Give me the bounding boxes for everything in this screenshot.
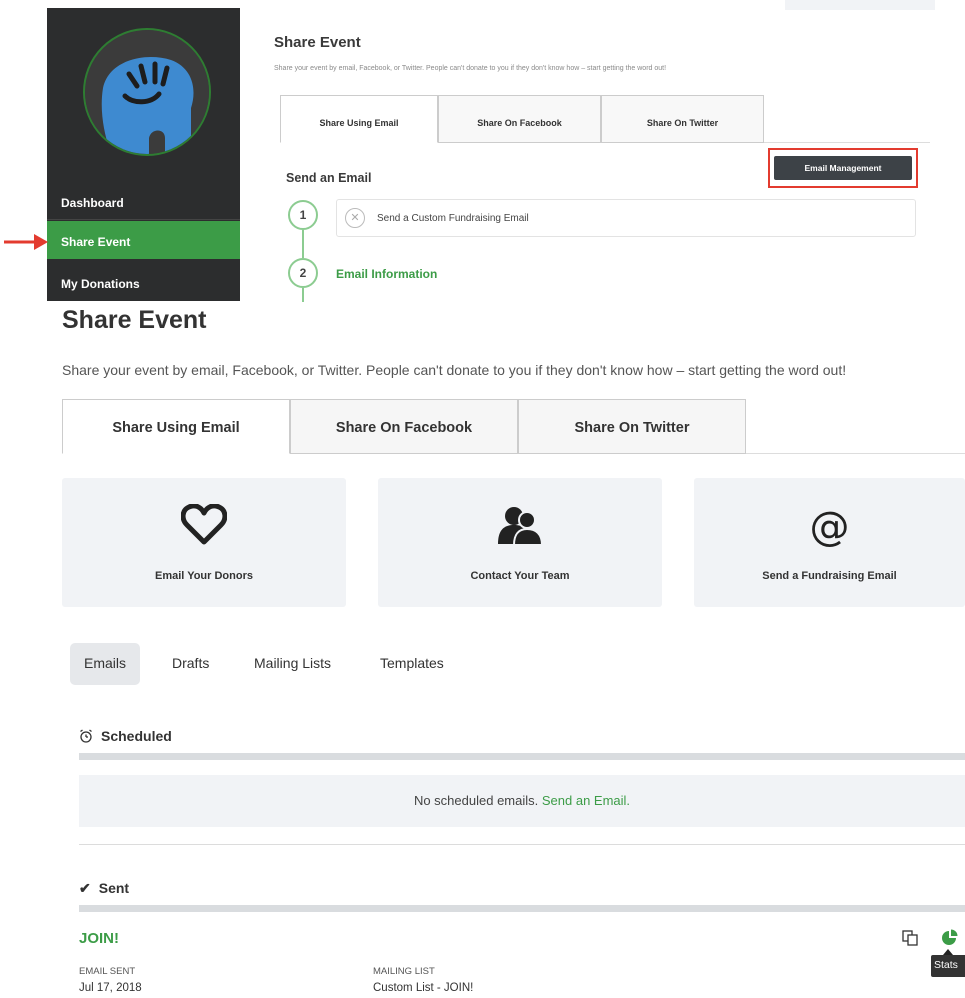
inset-nav-my-donations[interactable]: My Donations — [47, 263, 240, 301]
card-fundraising-email[interactable]: @ Send a Fundraising Email — [694, 478, 965, 607]
sent-heading: ✔ Sent — [79, 880, 129, 897]
page-title: Share Event — [62, 306, 207, 334]
page-subtitle: Share your event by email, Facebook, or … — [62, 362, 847, 378]
sent-label: Sent — [98, 880, 130, 896]
inset-send-heading: Send an Email — [286, 171, 372, 185]
mailing-list-value: Custom List - JOIN! — [373, 982, 474, 994]
highlight-box: Email Management — [768, 148, 918, 188]
send-email-link[interactable]: Send an Email. — [542, 793, 630, 808]
hand-logo-icon — [85, 30, 209, 154]
inset-tab-email[interactable]: Share Using Email — [280, 95, 438, 143]
pie-chart-icon[interactable] — [941, 929, 958, 946]
email-sent-value: Jul 17, 2018 — [79, 982, 142, 994]
step-1-label: Send a Custom Fundraising Email — [377, 213, 529, 224]
tab-share-facebook[interactable]: Share On Facebook — [290, 399, 518, 454]
inset-tab-twitter[interactable]: Share On Twitter — [601, 95, 764, 143]
card-label: Email Your Donors — [154, 570, 253, 582]
stats-tooltip: Stats — [931, 955, 965, 977]
subtab-drafts[interactable]: Drafts — [172, 643, 209, 685]
copy-icon[interactable] — [902, 930, 918, 946]
share-tabs: Share Using Email Share On Facebook Shar… — [62, 399, 965, 454]
inset-nav-share-event[interactable]: Share Event — [47, 221, 240, 259]
close-icon[interactable]: ✕ — [345, 208, 365, 228]
inset-main: Share Event Share your event by email, F… — [258, 8, 938, 303]
step-connector — [302, 230, 304, 258]
subtab-templates[interactable]: Templates — [380, 643, 444, 685]
scheduled-heading: Scheduled — [79, 728, 172, 744]
team-icon — [378, 504, 662, 550]
email-sent-label: EMAIL SENT — [79, 966, 136, 977]
scheduled-label: Scheduled — [101, 728, 172, 744]
alarm-clock-icon — [80, 729, 92, 743]
step-connector — [302, 288, 304, 302]
step-2-badge: 2 — [288, 258, 318, 288]
card-label: Send a Fundraising Email — [762, 570, 897, 582]
scheduled-bar — [79, 753, 965, 760]
step-1-box[interactable]: ✕ Send a Custom Fundraising Email — [336, 199, 916, 237]
card-contact-team[interactable]: Contact Your Team — [378, 478, 662, 607]
divider — [79, 844, 965, 845]
inset-tab-facebook[interactable]: Share On Facebook — [438, 95, 601, 143]
no-scheduled-message: No scheduled emails. Send an Email. — [79, 775, 965, 827]
tab-share-twitter[interactable]: Share On Twitter — [518, 399, 746, 454]
inset-nav-dashboard[interactable]: Dashboard — [47, 182, 240, 220]
card-label: Contact Your Team — [470, 570, 570, 582]
step-1-badge: 1 — [288, 200, 318, 230]
at-icon: @ — [809, 504, 850, 550]
sent-bar — [79, 905, 965, 912]
heart-icon — [62, 503, 346, 550]
card-email-donors[interactable]: Email Your Donors — [62, 478, 346, 607]
email-management-button[interactable]: Email Management — [774, 156, 912, 180]
inset-tabs: Share Using Email Share On Facebook Shar… — [280, 95, 930, 143]
checkmark-icon: ✔ — [79, 880, 91, 896]
red-arrow-icon — [4, 234, 48, 250]
email-title-link[interactable]: JOIN! — [79, 930, 119, 947]
no-scheduled-text: No scheduled emails. — [413, 793, 539, 808]
inset-title: Share Event — [274, 34, 361, 51]
tab-share-email[interactable]: Share Using Email — [62, 399, 290, 454]
subtab-mailing-lists[interactable]: Mailing Lists — [254, 643, 331, 685]
step-2-label: Email Information — [336, 267, 438, 281]
inset-sidebar: Dashboard Share Event My Donations — [47, 8, 240, 301]
avatar — [83, 28, 211, 156]
mailing-list-label: MAILING LIST — [373, 966, 435, 977]
subtab-emails[interactable]: Emails — [70, 643, 141, 685]
inset-subtitle: Share your event by email, Facebook, or … — [274, 65, 667, 72]
